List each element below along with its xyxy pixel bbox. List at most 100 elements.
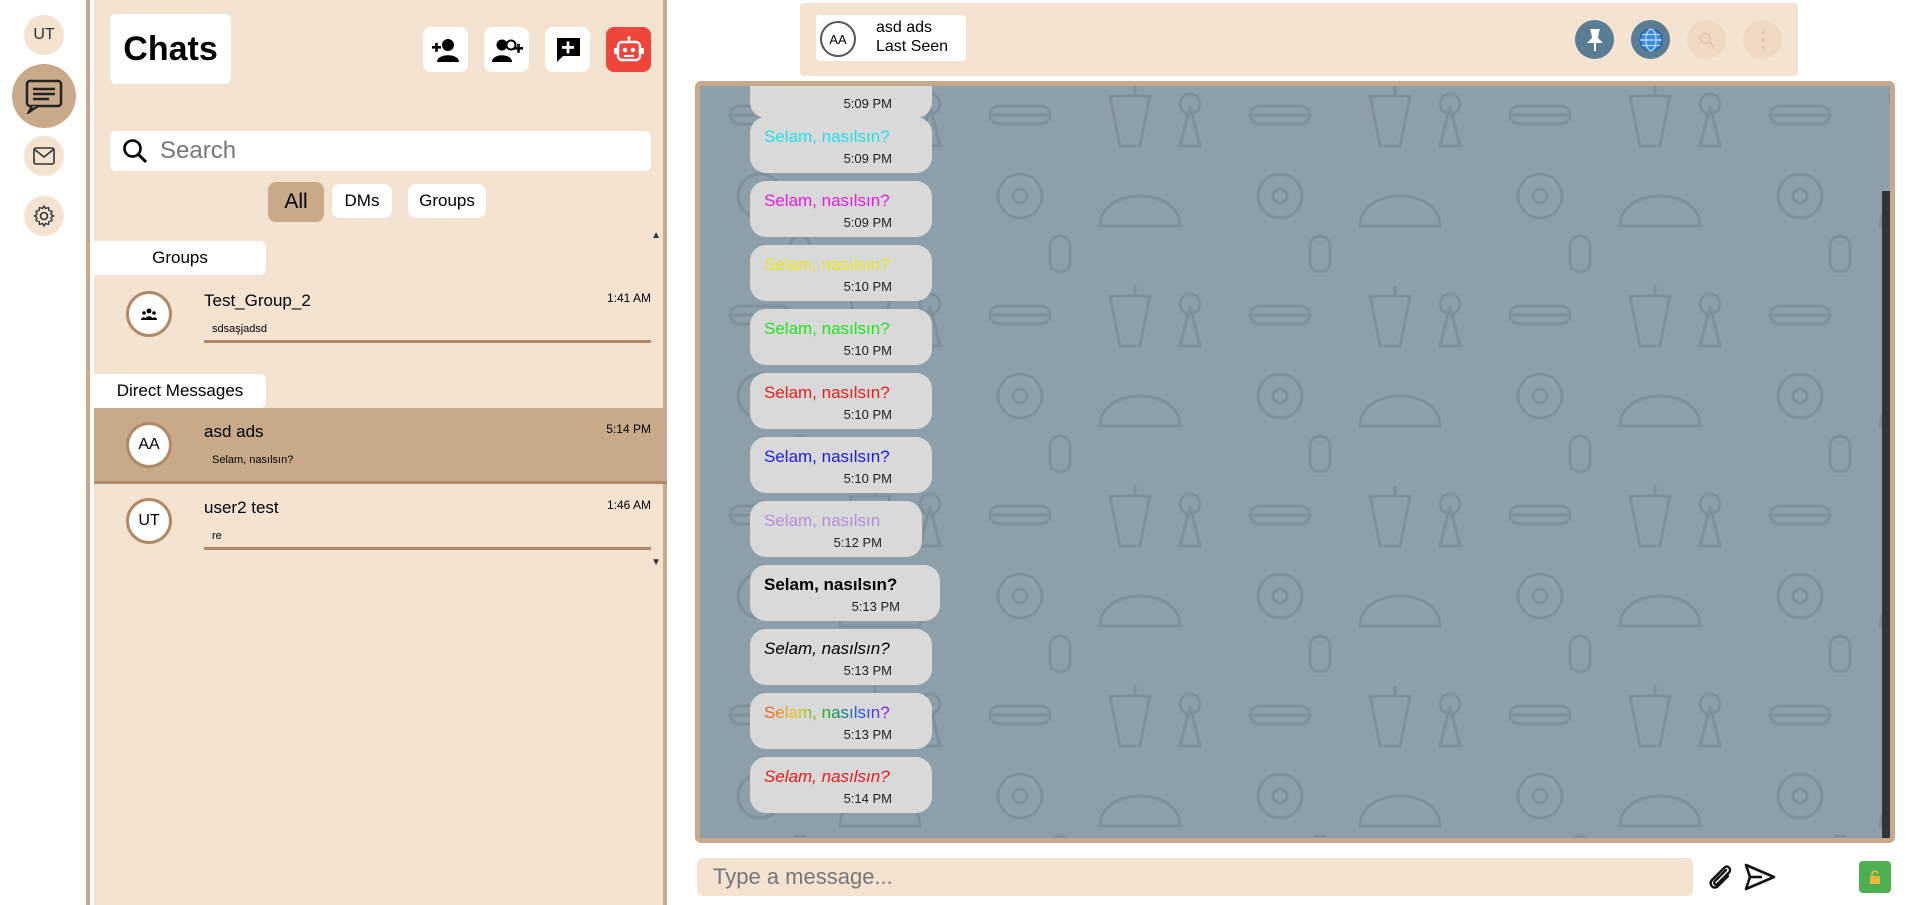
new-chat-button[interactable] — [545, 27, 590, 72]
paperclip-icon — [1709, 865, 1732, 889]
bot-button[interactable] — [606, 27, 651, 72]
message-time: 5:09 PM — [843, 151, 892, 166]
chat-preview: sdsaşjadsd — [212, 323, 268, 335]
message-bubble[interactable]: Selam, nasılsın? 5:14 PM — [750, 757, 932, 813]
mail-icon — [33, 147, 55, 165]
message-bubble[interactable]: Selam, nasılsın? 5:10 PM — [750, 245, 932, 301]
avatar-initials: AA — [829, 31, 847, 47]
contact-avatar: UT — [126, 498, 172, 544]
contact-status: Last Seen — [876, 38, 949, 55]
message-bubble[interactable]: Selam, nasılsın? 5:09 PM — [750, 117, 932, 173]
add-contact-button[interactable] — [423, 27, 468, 72]
translate-button[interactable] — [1631, 20, 1670, 59]
divider — [204, 547, 651, 550]
gear-icon — [33, 204, 55, 228]
scroll-up-arrow[interactable]: ▲ — [651, 230, 661, 241]
message-time: 5:13 PM — [843, 663, 892, 678]
pin-button[interactable] — [1575, 20, 1614, 59]
pin-icon — [1586, 28, 1603, 51]
message-text: Selam, nasılsın? — [764, 767, 890, 786]
avatar-initials: UT — [138, 512, 160, 529]
filter-groups[interactable]: Groups — [408, 184, 486, 218]
search-bar — [110, 131, 651, 171]
divider — [204, 340, 651, 343]
search-input[interactable] — [160, 137, 640, 165]
new-chat-icon — [555, 37, 580, 62]
nav-rail: UT — [0, 0, 90, 905]
message-time: 5:10 PM — [843, 471, 892, 486]
chat-name: Test_Group_2 — [204, 291, 311, 310]
chat-name: user2 test — [204, 498, 279, 517]
chat-time: 1:46 AM — [606, 498, 651, 512]
message-text: Selam, nasılsın? — [764, 703, 890, 722]
message-bubble[interactable]: Selam, nasılsın? 5:13 PM — [750, 693, 932, 749]
chat-icon — [25, 79, 63, 114]
page-title: Chats — [110, 14, 231, 84]
message-bubble[interactable]: Selam, nasılsın? 5:10 PM — [750, 309, 932, 365]
message-time: 5:10 PM — [843, 407, 892, 422]
add-group-icon — [491, 39, 523, 62]
message-bubble[interactable]: Selam, nasılsın? 5:10 PM — [750, 437, 932, 493]
message-area[interactable]: 5:09 PM Selam, nasılsın? 5:09 PM Selam, nas… — [695, 81, 1895, 843]
more-icon — [1760, 30, 1765, 49]
message-text: Selam, nasılsın? — [764, 255, 890, 274]
message-bubble[interactable]: Selam, nasılsın? 5:10 PM — [750, 373, 932, 429]
message-text: Selam, nasılsın — [764, 511, 881, 530]
message-text: Selam, nasılsın? — [764, 383, 890, 402]
attach-button[interactable] — [1702, 858, 1738, 896]
groups-section-label: Groups — [94, 241, 266, 275]
bot-icon — [613, 35, 644, 61]
chat-row-dm[interactable]: AA asd ads 5:14 PM Selam, nasılsın? — [94, 408, 667, 484]
add-user-icon — [431, 38, 459, 62]
globe-icon — [1638, 27, 1663, 52]
contact-avatar: AA — [126, 422, 172, 468]
message-time: 5:10 PM — [843, 343, 892, 358]
message-time: 5:14 PM — [843, 791, 892, 806]
chat-preview: re — [212, 530, 222, 542]
search-icon — [1699, 32, 1715, 48]
message-bubble[interactable]: 5:09 PM — [750, 86, 932, 118]
chat-row-dm[interactable]: UT user2 test 1:46 AM re — [94, 484, 667, 560]
more-options-button[interactable] — [1743, 20, 1782, 59]
chat-time: 1:41 AM — [606, 291, 651, 305]
send-icon — [1744, 863, 1776, 891]
message-time: 5:09 PM — [843, 96, 892, 111]
composer — [697, 858, 1693, 896]
lock-icon — [1870, 870, 1880, 884]
message-bubble[interactable]: Selam, nasılsın? 5:13 PM — [750, 565, 940, 621]
chat-header: AA asd ads Last Seen — [800, 3, 1798, 76]
filter-dms[interactable]: DMs — [332, 184, 392, 218]
user-avatar[interactable]: UT — [24, 15, 64, 55]
message-bubble[interactable]: Selam, nasılsın 5:12 PM — [750, 501, 922, 557]
avatar-initials: AA — [138, 436, 160, 453]
encryption-button[interactable] — [1859, 861, 1891, 893]
message-text: Selam, nasılsın? — [764, 639, 890, 658]
message-bubble[interactable]: Selam, nasılsın? 5:13 PM — [750, 629, 932, 685]
search-chat-button[interactable] — [1687, 20, 1726, 59]
add-group-button[interactable] — [484, 27, 529, 72]
filter-all[interactable]: All — [268, 182, 324, 222]
group-icon — [141, 308, 157, 320]
message-time: 5:12 PM — [833, 535, 882, 550]
message-time: 5:13 PM — [851, 599, 900, 614]
message-text: Selam, nasılsın? — [764, 575, 898, 594]
contact-avatar: AA — [820, 21, 856, 57]
send-button[interactable] — [1742, 858, 1778, 896]
message-text: Selam, nasılsın? — [764, 319, 890, 338]
chat-row-group[interactable]: Test_Group_2 1:41 AM sdsaşjadsd — [94, 277, 667, 353]
chat-list-panel: Chats All DMs Groups ▲ ▼ Groups Test_Gro… — [94, 0, 667, 905]
message-bubble[interactable]: Selam, nasılsın? 5:09 PM — [750, 181, 932, 237]
chat-name: asd ads — [204, 422, 264, 441]
message-text: Selam, nasılsın? — [764, 191, 890, 210]
nav-settings-button[interactable] — [24, 196, 64, 236]
contact-name: asd ads — [876, 19, 933, 36]
nav-chats-button[interactable] — [12, 64, 76, 128]
chat-time: 5:14 PM — [606, 422, 651, 436]
message-time: 5:10 PM — [843, 279, 892, 294]
contact-info[interactable]: AA asd ads Last Seen — [816, 15, 966, 61]
search-icon — [110, 137, 160, 165]
nav-mail-button[interactable] — [24, 136, 64, 176]
message-scrollbar[interactable] — [1882, 191, 1890, 838]
message-input[interactable] — [713, 862, 1673, 892]
dms-section-label: Direct Messages — [94, 374, 266, 408]
